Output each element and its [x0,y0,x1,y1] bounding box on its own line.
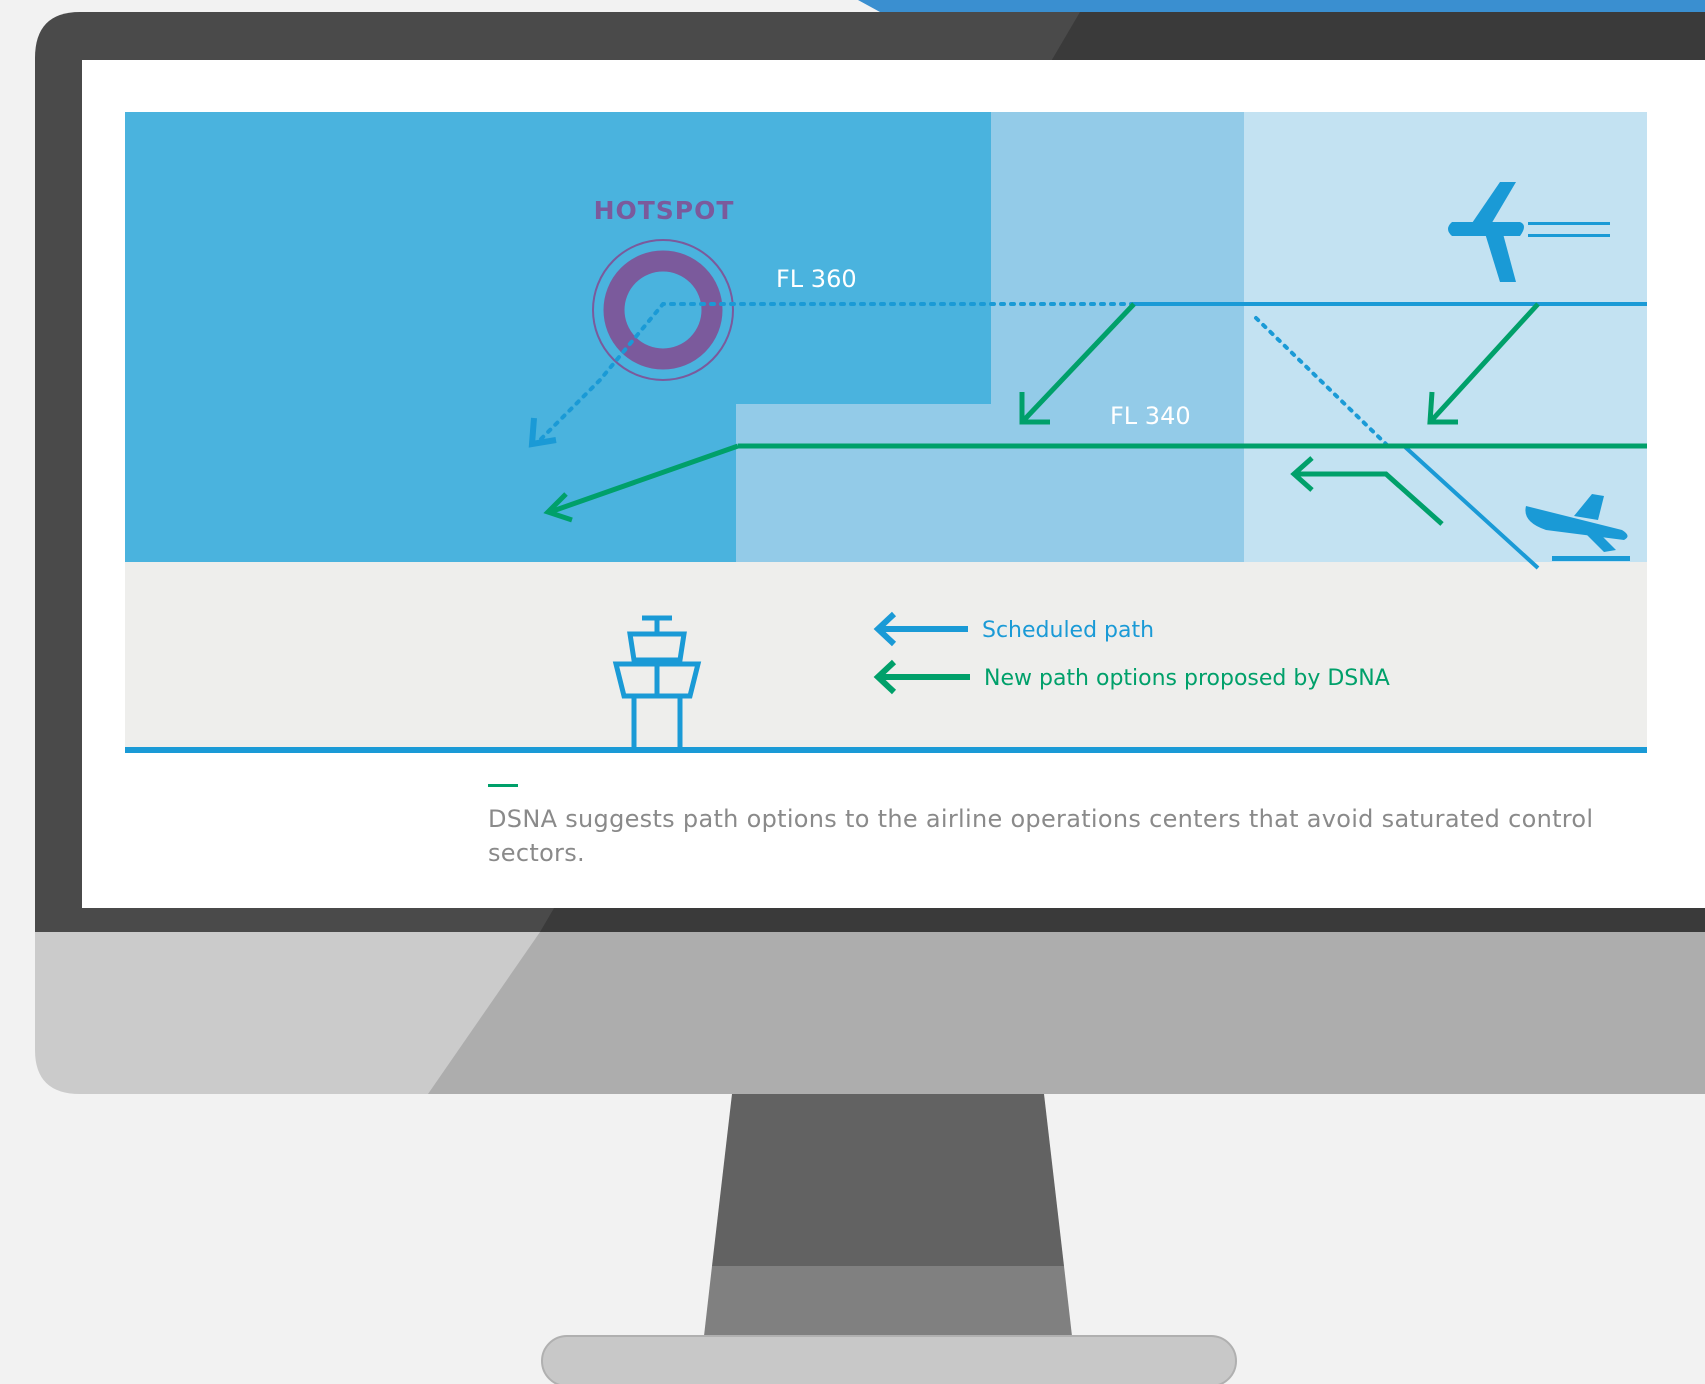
monitor-stand [712,1094,1064,1266]
stand-lower [704,1266,1072,1336]
chin-shade [428,932,1705,1094]
ground-band [125,562,1647,748]
top-accent [858,0,1705,12]
legend-scheduled-label: Scheduled path [982,618,1154,643]
sector-light [1244,112,1647,562]
sector-mid [991,112,1244,562]
monitor-illustration: HOTSPOT FL 360 FL 340 Scheduled path New… [35,0,1705,1384]
sector-mid-lower [736,404,991,562]
caption: DSNA suggests path options to the airlin… [488,805,1594,867]
fl-340-label: FL 340 [1110,402,1191,430]
stand-base [541,1335,1237,1384]
hotspot-label: HOTSPOT [594,196,735,225]
fl-360-label: FL 360 [776,265,857,293]
legend-new-label: New path options proposed by DSNA [984,666,1390,691]
caption-rule [488,784,518,787]
